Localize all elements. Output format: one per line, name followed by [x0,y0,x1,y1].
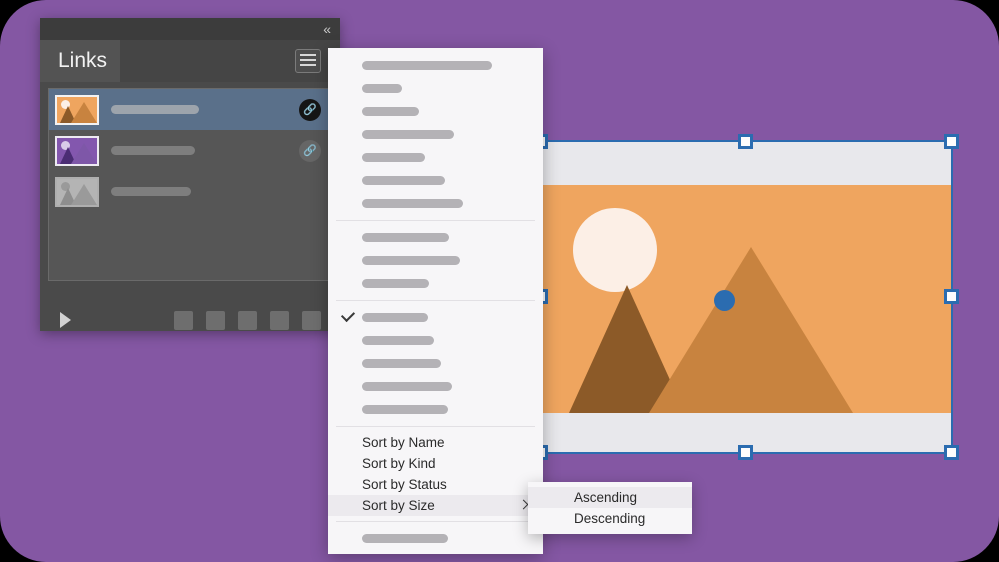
image-thumbnail-missing-icon [55,177,99,207]
tab-links-label: Links [58,49,107,72]
menu-item[interactable] [328,352,543,375]
document-page[interactable] [539,140,953,454]
sun-shape [573,208,657,292]
menu-item-placeholder [362,405,448,414]
menu-item-placeholder [362,336,434,345]
menu-item[interactable] [328,100,543,123]
menu-item-placeholder [362,107,419,116]
menu-text-section: Sort by Name Sort by Kind Sort by Status So… [328,432,543,516]
menu-item[interactable] [328,272,543,295]
menu-item-placeholder [362,130,454,139]
menu-item-placeholder [362,61,492,70]
menu-item-placeholder [362,153,425,162]
image-center-point[interactable] [714,290,735,311]
menu-item[interactable] [328,77,543,100]
link-status-icon[interactable]: 🔗 [299,99,321,121]
menu-separator [336,300,535,301]
panel-footer-button-1[interactable] [174,311,193,330]
menu-item[interactable] [328,527,543,550]
menu-separator [336,426,535,427]
panel-titlebar: « [40,18,340,40]
thumb-mountain-front [71,143,97,164]
thumb-mountain-front [71,184,97,205]
link-status-icon[interactable]: 🔗 [299,140,321,162]
menu-item-sort-by-status[interactable]: Sort by Status [328,474,543,495]
link-name-placeholder [111,105,199,114]
links-list[interactable]: 🔗🔗 [48,88,332,281]
menu-item-placeholder [362,233,449,242]
menu-item-placeholder [362,313,428,322]
panel-footer-button-3[interactable] [238,311,257,330]
disclosure-triangle-icon[interactable] [60,312,71,328]
menu-item[interactable] [328,123,543,146]
menu-item-sort-by-size[interactable]: Sort by Size [328,495,543,516]
menu-item[interactable] [328,192,543,215]
menu-item-label: Sort by Kind [362,456,436,471]
thumb-mountain-front [71,102,97,123]
submenu-item-descending[interactable]: Descending [528,508,692,529]
menu-item[interactable] [328,375,543,398]
menu-item[interactable] [328,226,543,249]
mountain-front-shape [649,247,853,413]
image-thumbnail-purple-icon [55,136,99,166]
submenu-item-label: Descending [574,511,645,526]
panel-flyout-menu[interactable]: Sort by Name Sort by Kind Sort by Status So… [328,48,543,554]
panel-footer-button-5[interactable] [302,311,321,330]
menu-item-placeholder [362,176,445,185]
menu-item-placeholder [362,359,441,368]
menu-item-label: Sort by Status [362,477,447,492]
menu-separator [336,521,535,522]
tab-links[interactable]: Links [40,40,120,82]
menu-item[interactable] [328,169,543,192]
submenu-item-label: Ascending [574,490,637,505]
menu-item-placeholder [362,199,463,208]
menu-item-placeholder [362,382,452,391]
menu-item-placeholder [362,279,429,288]
menu-item-sort-by-name[interactable]: Sort by Name [328,432,543,453]
menu-separator [336,220,535,221]
sort-by-size-submenu[interactable]: Ascending Descending [528,482,692,534]
menu-item[interactable] [328,54,543,77]
panel-footer-button-4[interactable] [270,311,289,330]
menu-item[interactable] [328,249,543,272]
menu-item[interactable] [328,146,543,169]
hamburger-menu-icon[interactable] [295,49,321,73]
link-list-row[interactable]: 🔗 [49,130,331,171]
link-list-row[interactable] [49,171,331,212]
placed-image[interactable] [539,185,953,413]
menu-item[interactable] [328,398,543,421]
panel-footer-button-2[interactable] [206,311,225,330]
panel-footer-toolbar [48,306,332,334]
link-name-placeholder [111,146,195,155]
menu-item[interactable] [328,306,543,329]
menu-item[interactable] [328,329,543,352]
menu-item-label: Sort by Name [362,435,445,450]
chevron-double-left-icon[interactable]: « [323,20,330,38]
menu-item-placeholder [362,534,448,543]
menu-item-placeholder [362,84,402,93]
screenshot-root: « Links 🔗🔗 Sort by NameSort by KindSort … [0,0,999,562]
link-list-row[interactable]: 🔗 [49,89,331,130]
menu-item-sort-by-kind[interactable]: Sort by Kind [328,453,543,474]
chevron-right-icon [519,500,529,510]
checkmark-icon [341,308,355,322]
submenu-item-ascending[interactable]: Ascending [528,487,692,508]
image-thumbnail-orange-icon [55,95,99,125]
panel-tab-strip: Links [40,40,340,82]
menu-item-placeholder [362,256,460,265]
menu-item-label: Sort by Size [362,498,435,513]
menu-placeholder-section [328,54,543,421]
link-name-placeholder [111,187,191,196]
links-panel: « Links 🔗🔗 [40,18,340,331]
